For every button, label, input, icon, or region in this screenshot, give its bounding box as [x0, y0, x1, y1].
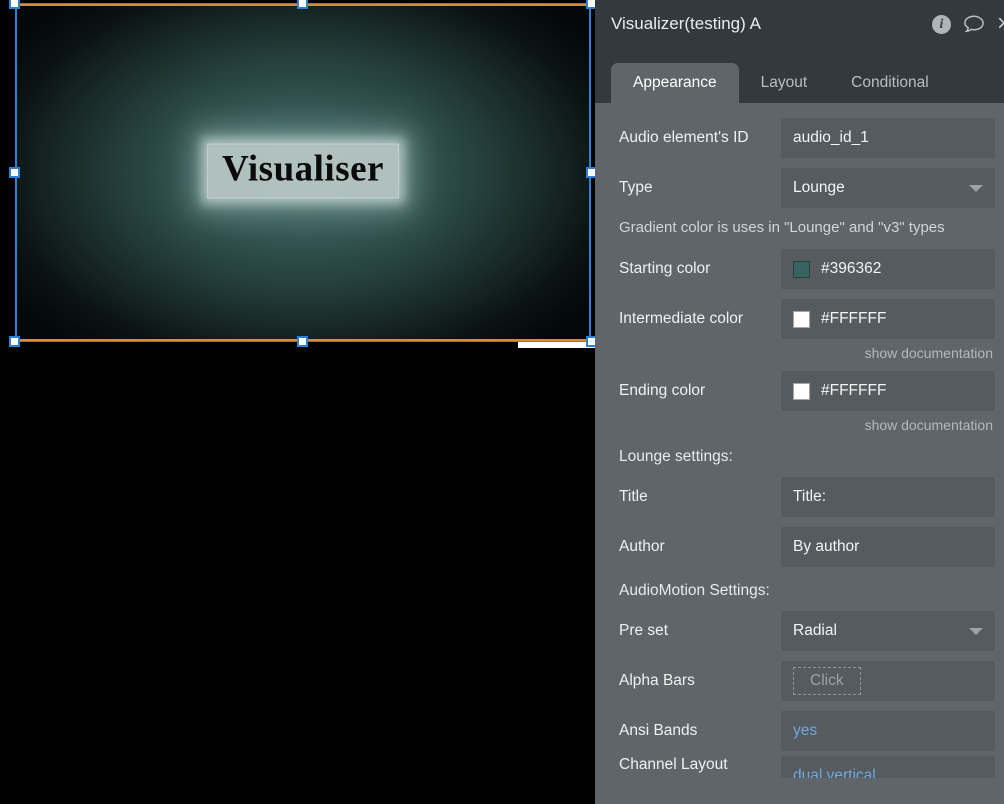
- audio-element-id-label: Audio element's ID: [619, 129, 749, 146]
- starting-color-label: Starting color: [619, 260, 711, 277]
- intermediate-color-label: Intermediate color: [619, 310, 744, 327]
- channel-layout-field[interactable]: dual vertical: [781, 756, 995, 778]
- starting-color-swatch[interactable]: [793, 260, 810, 278]
- intermediate-color-input[interactable]: #FFFFFF: [781, 299, 995, 339]
- starting-color-value: #396362: [821, 260, 882, 277]
- starting-color-input[interactable]: #396362: [781, 249, 995, 289]
- row-starting-color: Starting color #396362: [595, 244, 1004, 294]
- alpha-bars-click-button[interactable]: Click: [793, 667, 861, 695]
- row-type: Type Lounge: [595, 163, 1004, 213]
- ending-color-value: #FFFFFF: [821, 382, 887, 399]
- panel-body: Audio element's ID audio_id_1 Type Loung…: [595, 103, 1004, 804]
- preset-select-value: Radial: [793, 622, 837, 639]
- resize-handle-top-center[interactable]: [297, 0, 308, 9]
- alpha-bars-label: Alpha Bars: [619, 672, 695, 689]
- resize-handle-bottom-left[interactable]: [9, 336, 20, 347]
- row-intermediate-color: Intermediate color #FFFFFF: [595, 294, 1004, 344]
- close-icon[interactable]: ×: [997, 12, 1004, 36]
- row-alpha-bars: Alpha Bars Click: [595, 656, 1004, 706]
- author-input[interactable]: By author: [781, 527, 995, 567]
- visualizer-label-wrapper: Visualiser: [207, 143, 399, 199]
- type-select-value: Lounge: [793, 179, 845, 196]
- show-documentation-link-1[interactable]: show documentation: [595, 344, 1004, 366]
- author-label: Author: [619, 538, 665, 555]
- ansi-bands-field[interactable]: yes: [781, 711, 995, 751]
- panel-title: Visualizer(testing) A: [611, 14, 761, 33]
- resize-handle-bottom-right[interactable]: [586, 336, 595, 347]
- resize-handle-top-right[interactable]: [586, 0, 595, 9]
- gradient-note: Gradient color is uses in "Lounge" and "…: [619, 219, 945, 236]
- info-icon[interactable]: i: [931, 14, 951, 34]
- tab-layout[interactable]: Layout: [739, 63, 830, 103]
- row-audio-element-id: Audio element's ID audio_id_1: [595, 113, 1004, 163]
- preset-label: Pre set: [619, 622, 669, 639]
- panel-header: Visualizer(testing) A i ×: [595, 0, 1004, 48]
- audiomotion-settings-heading: AudioMotion Settings:: [619, 582, 770, 599]
- ending-color-swatch[interactable]: [793, 382, 810, 400]
- panel-tabbar: Appearance Layout Conditional: [595, 48, 1004, 103]
- resize-handle-top-left[interactable]: [9, 0, 20, 9]
- title-label: Title: [619, 488, 648, 505]
- tab-conditional[interactable]: Conditional: [829, 63, 951, 103]
- chevron-down-icon: [969, 185, 983, 192]
- row-author: Author By author: [595, 522, 1004, 572]
- lounge-settings-heading: Lounge settings:: [619, 448, 733, 465]
- title-input[interactable]: Title:: [781, 477, 995, 517]
- intermediate-color-swatch[interactable]: [793, 310, 810, 328]
- channel-layout-label: Channel Layout: [619, 756, 728, 773]
- tab-appearance[interactable]: Appearance: [611, 63, 739, 103]
- ending-color-input[interactable]: #FFFFFF: [781, 371, 995, 411]
- type-label: Type: [619, 179, 653, 196]
- visualizer-canvas[interactable]: Visualiser: [15, 5, 591, 339]
- row-ending-color: Ending color #FFFFFF: [595, 366, 1004, 416]
- audio-element-id-input[interactable]: audio_id_1: [781, 118, 995, 158]
- resize-handle-bottom-center[interactable]: [297, 336, 308, 347]
- row-ansi-bands: Ansi Bands yes: [595, 706, 1004, 756]
- editor-stage[interactable]: Visualiser: [0, 0, 595, 804]
- type-select[interactable]: Lounge: [781, 168, 995, 208]
- row-channel-layout: Channel Layout dual vertical: [595, 756, 1004, 778]
- preset-select[interactable]: Radial: [781, 611, 995, 651]
- row-preset: Pre set Radial: [595, 606, 1004, 656]
- resize-handle-middle-left[interactable]: [9, 166, 20, 178]
- ansi-bands-label: Ansi Bands: [619, 722, 698, 739]
- info-icon-glyph: i: [931, 14, 951, 34]
- panel-header-actions: i ×: [931, 0, 1004, 48]
- resize-handle-middle-right[interactable]: [586, 166, 595, 178]
- chevron-down-icon: [969, 628, 983, 635]
- visualizer-label: Visualiser: [207, 143, 399, 199]
- ansi-bands-value[interactable]: yes: [793, 722, 817, 740]
- resize-ghost-bar: [518, 341, 595, 348]
- comment-icon[interactable]: [963, 14, 985, 34]
- properties-panel: Visualizer(testing) A i × Appearance Lay…: [595, 0, 1004, 804]
- app-root: Visualiser Visualizer(testing) A i × App…: [0, 0, 1004, 804]
- intermediate-color-value: #FFFFFF: [821, 310, 887, 327]
- alpha-bars-field[interactable]: Click: [781, 661, 995, 701]
- channel-layout-value[interactable]: dual vertical: [793, 767, 876, 778]
- ending-color-label: Ending color: [619, 382, 706, 399]
- row-title: Title Title:: [595, 472, 1004, 522]
- show-documentation-link-2[interactable]: show documentation: [595, 416, 1004, 438]
